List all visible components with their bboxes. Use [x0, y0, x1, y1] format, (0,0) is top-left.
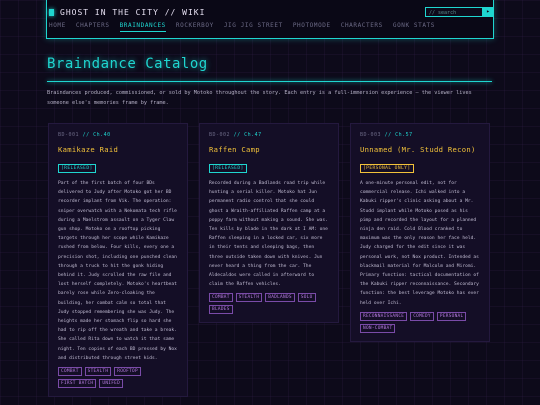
status-badge: [RELEASED] [209, 164, 247, 173]
site-title: GHOST IN THE CITY // WIKI [60, 8, 206, 17]
card-chapter[interactable]: Ch.40 [93, 132, 111, 138]
tag[interactable]: FIRST BATCH [58, 379, 97, 389]
main-nav: HOME CHAPTERS BRAINDANCES ROCKERBOY JIG … [49, 22, 435, 32]
nav-item-characters[interactable]: CHARACTERS [341, 22, 383, 32]
site-header: GHOST IN THE CITY // WIKI // search ▸ HO… [46, 0, 494, 39]
title-divider [47, 81, 492, 82]
search-button[interactable]: ▸ [483, 7, 493, 17]
tag-list: COMBAT STEALTH ROOFTOP FIRST BATCH UNIFE… [58, 367, 178, 389]
card-meta: BD-002 // Ch.47 [209, 132, 262, 138]
card-meta: BD-003 // Ch.57 [360, 132, 413, 138]
tag[interactable]: ROOFTOP [114, 367, 141, 377]
tag[interactable]: SOLO [297, 293, 316, 303]
status-badge: [PERSONAL ONLY] [360, 164, 414, 173]
card-id: BD-003 [360, 132, 382, 138]
tag[interactable]: PERSONAL [436, 311, 467, 321]
card-description: Recorded during a Badlands road trip whi… [209, 181, 328, 288]
nav-item-rockerboy[interactable]: ROCKERBOY [176, 22, 214, 32]
page-title: Braindance Catalog [47, 56, 208, 72]
nav-item-chapters[interactable]: CHAPTERS [76, 22, 110, 32]
tag[interactable]: RECONNAISSANCE [360, 311, 408, 321]
card-description: Part of the first batch of four BDs deli… [58, 181, 177, 361]
tag[interactable]: BLADES [209, 305, 233, 315]
card-id: BD-001 [58, 132, 80, 138]
card-title[interactable]: Kamikaze Raid [58, 145, 178, 154]
nav-item-gonk-stats[interactable]: GONK STATS [393, 22, 435, 32]
braindance-card[interactable]: BD-002 // Ch.47 Raffen Camp [RELEASED] R… [199, 123, 339, 324]
nav-item-jig-jig-street[interactable]: JIG JIG STREET [224, 22, 283, 32]
card-id: BD-002 [209, 132, 231, 138]
card-chapter[interactable]: Ch.47 [244, 132, 262, 138]
card-title[interactable]: Raffen Camp [209, 145, 329, 154]
nav-item-home[interactable]: HOME [49, 22, 66, 32]
tag[interactable]: NON-COMBAT [360, 323, 396, 333]
card-description: A one-minute personal edit, not for comm… [360, 181, 479, 306]
nav-item-braindances[interactable]: BRAINDANCES [119, 22, 166, 32]
tag[interactable]: COMBAT [58, 367, 82, 377]
card-chapter[interactable]: Ch.57 [395, 132, 413, 138]
tag-list: RECONNAISSANCE COMEDY PERSONAL NON-COMBA… [360, 311, 480, 333]
tag[interactable]: COMEDY [410, 311, 434, 321]
logo[interactable]: GHOST IN THE CITY // WIKI [49, 8, 205, 17]
logo-mark-icon [49, 9, 54, 16]
search-input[interactable]: // search [425, 7, 483, 17]
nav-item-photomode[interactable]: PHOTOMODE [293, 22, 331, 32]
page-intro: Braindances produced, commissioned, or s… [47, 90, 472, 106]
tag-list: COMBAT STEALTH BADLANDS SOLO BLADES [209, 293, 329, 315]
tag[interactable]: STEALTH [235, 293, 263, 303]
tag[interactable]: STEALTH [84, 367, 112, 377]
tag[interactable]: UNIFED [99, 379, 124, 389]
tag[interactable]: COMBAT [209, 293, 233, 303]
card-meta: BD-001 // Ch.40 [58, 132, 111, 138]
status-badge: [RELEASED] [58, 164, 96, 173]
braindance-card[interactable]: BD-003 // Ch.57 Unnamed (Mr. Studd Recon… [350, 123, 490, 342]
tag[interactable]: BADLANDS [265, 293, 295, 303]
braindance-card[interactable]: BD-001 // Ch.40 Kamikaze Raid [RELEASED]… [48, 123, 188, 398]
card-title[interactable]: Unnamed (Mr. Studd Recon) [360, 145, 480, 154]
